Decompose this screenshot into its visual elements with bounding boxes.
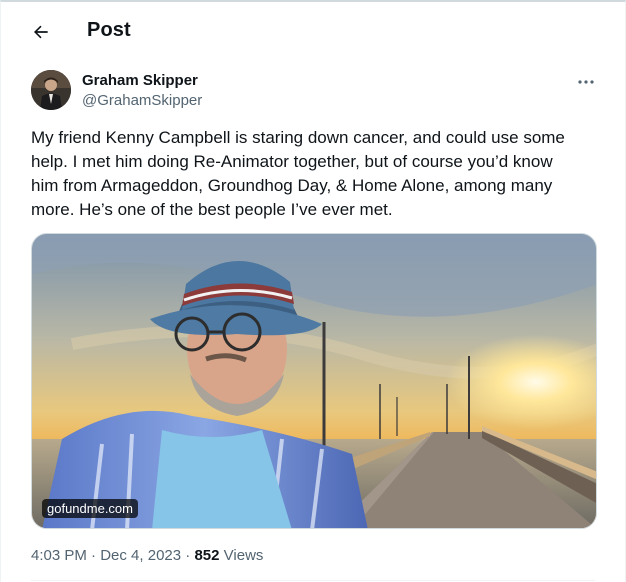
- arrow-left-icon: [34, 25, 48, 39]
- views-label: Views: [223, 547, 264, 564]
- post-metadata: 4:03 PM · Dec 4, 2023 · 852 Views: [31, 547, 263, 564]
- divider: [31, 580, 595, 581]
- post-text: My friend Kenny Campbell is staring down…: [31, 128, 565, 219]
- post-page: Post Graham Skipper @GrahamSkipper My fr…: [0, 0, 626, 582]
- avatar[interactable]: [31, 70, 71, 110]
- meta-separator: ·: [91, 547, 97, 564]
- post-author: Graham Skipper @GrahamSkipper: [31, 70, 601, 116]
- post-media-card[interactable]: gofundme.com: [31, 233, 597, 529]
- author-handle[interactable]: @GrahamSkipper: [82, 92, 202, 109]
- back-button[interactable]: [25, 16, 57, 48]
- views-count: 852: [194, 547, 220, 564]
- more-options-button[interactable]: [571, 70, 601, 94]
- media-image: [32, 234, 596, 528]
- post-time[interactable]: 4:03 PM: [31, 547, 87, 564]
- author-name[interactable]: Graham Skipper: [82, 72, 198, 89]
- post-date[interactable]: Dec 4, 2023: [100, 547, 181, 564]
- media-source-badge: gofundme.com: [42, 499, 138, 518]
- ellipsis-horizontal-icon: [578, 80, 594, 84]
- post-header: Post: [1, 2, 625, 58]
- page-title: Post: [87, 19, 131, 41]
- meta-separator: ·: [185, 547, 191, 564]
